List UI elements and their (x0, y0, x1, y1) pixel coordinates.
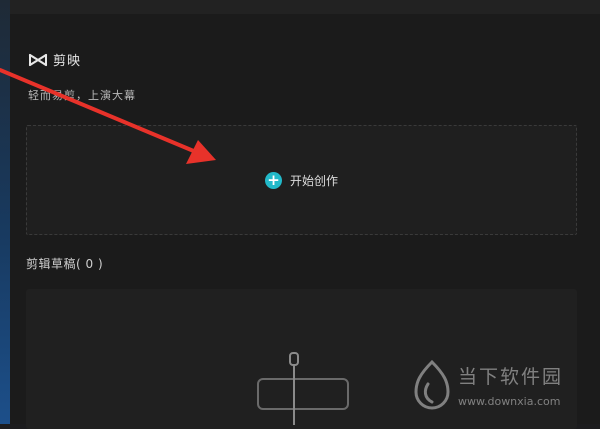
start-creation-button[interactable]: + 开始创作 (26, 125, 577, 235)
title-bar (10, 0, 600, 14)
plus-icon: + (264, 171, 282, 189)
watermark-title: 当下软件园 (458, 366, 564, 388)
desktop-edge (0, 0, 10, 424)
watermark-url: www.downxia.com (458, 395, 561, 408)
capcut-logo-icon (28, 53, 48, 66)
watermark: 当下软件园 www.downxia.com (414, 350, 594, 420)
empty-timeline-icon (257, 352, 349, 425)
brand-name: 剪映 (53, 54, 82, 69)
drafts-title: 剪辑草稿( 0 ) (26, 257, 104, 271)
start-creation-label: 开始创作 (289, 173, 338, 188)
brand: 剪映 (28, 50, 81, 69)
slogan: 轻而易剪，上演大幕 (28, 89, 136, 102)
watermark-logo-icon (414, 360, 450, 410)
